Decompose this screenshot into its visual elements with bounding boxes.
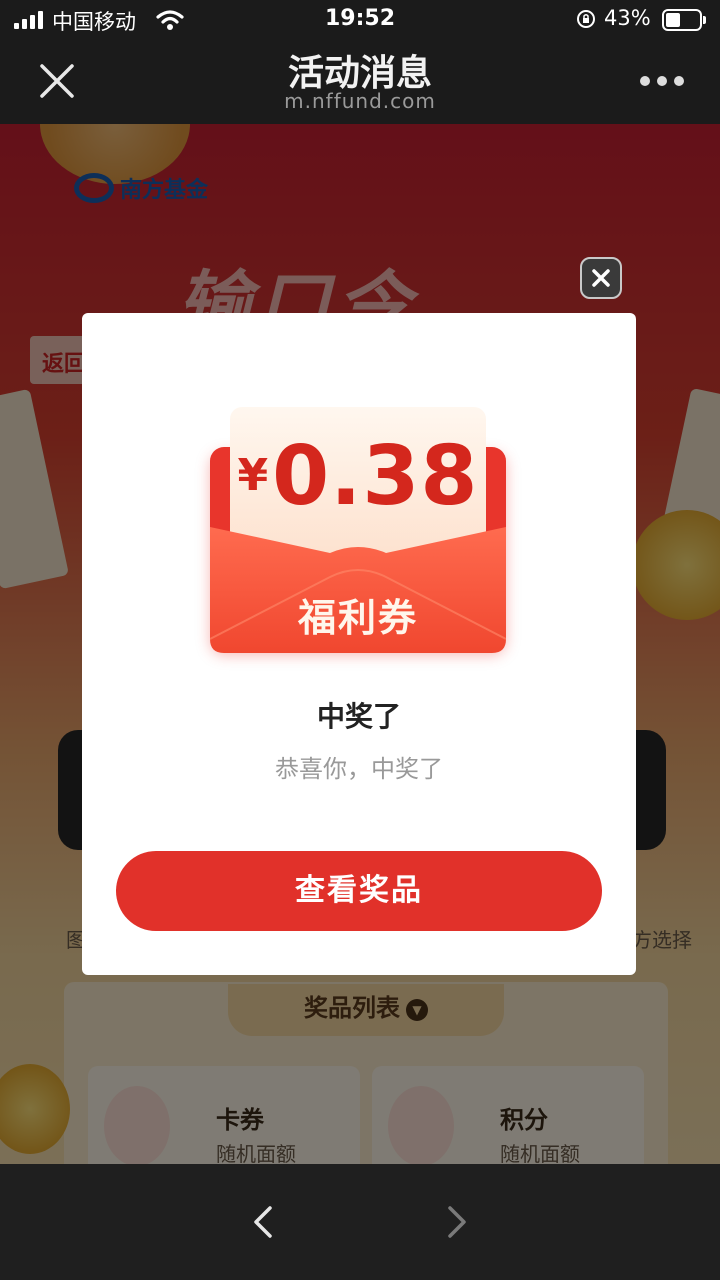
view-prize-button[interactable]: 查看奖品 — [116, 851, 602, 931]
more-icon[interactable] — [640, 74, 684, 88]
red-envelope: ¥0.38 福利券 — [210, 407, 506, 653]
coupon-label: 福利券 — [297, 596, 418, 640]
battery-level — [666, 13, 680, 27]
close-icon — [592, 269, 610, 287]
chevron-left-icon[interactable] — [248, 1202, 278, 1242]
battery-icon — [662, 9, 706, 31]
dialog-title: 中奖了 — [316, 700, 401, 733]
nav-header: 活动消息 m.nffund.com — [0, 40, 720, 124]
status-bar: 中国移动 19:52 43% — [0, 0, 720, 40]
dialog-message: 恭喜你，中奖了 — [275, 755, 443, 783]
browser-toolbar — [0, 1164, 720, 1280]
rotation-lock-icon — [577, 10, 595, 28]
modal-close-button[interactable] — [580, 257, 622, 299]
chevron-right-icon[interactable] — [442, 1202, 472, 1242]
currency-symbol: ¥ — [237, 450, 269, 501]
battery-percent: 43% — [604, 6, 651, 30]
page-url: m.nffund.com — [284, 89, 436, 113]
prize-dialog: ¥0.38 福利券 中奖了 恭喜你，中奖了 查看奖品 — [82, 313, 636, 975]
